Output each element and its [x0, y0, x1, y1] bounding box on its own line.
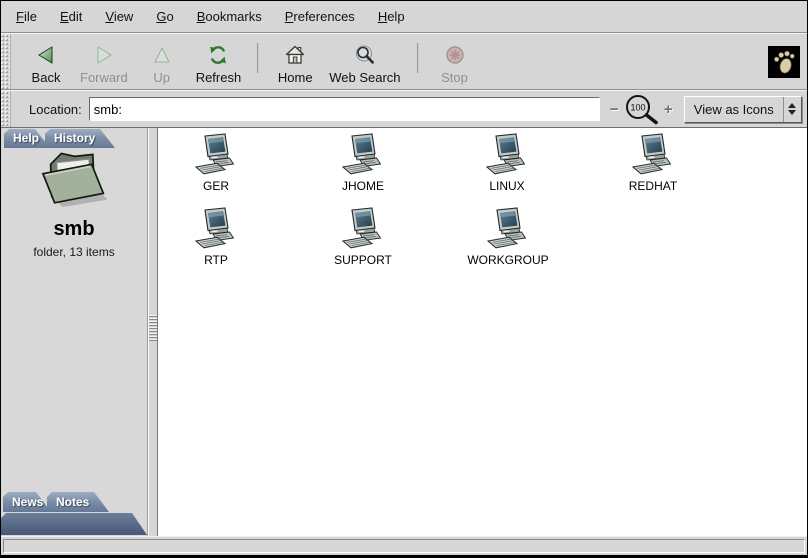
sidebar: smb folder, 13 items News Notes Help His…	[1, 128, 148, 536]
web-search-icon	[354, 44, 376, 66]
menu-view-label-rest: iew	[114, 9, 134, 24]
menu-item-view[interactable]: View	[102, 7, 136, 26]
location-bar: Location: − 100 + View as Icons	[1, 90, 807, 128]
sidebar-tab-band	[1, 513, 147, 535]
menu-go-label-rest: o	[166, 9, 173, 24]
home-button[interactable]: Home	[268, 37, 322, 87]
web-search-button[interactable]: Web Search	[322, 37, 407, 87]
throbber	[768, 46, 800, 78]
file-item-label: WORKGROUP	[467, 253, 548, 267]
up-icon	[151, 44, 173, 66]
file-item-label: RTP	[204, 253, 228, 267]
menu-help-label: H	[378, 9, 387, 24]
refresh-label: Refresh	[196, 70, 242, 85]
sidebar-tab-news[interactable]: News	[3, 492, 51, 512]
computer-icon	[340, 132, 386, 178]
up-label: Up	[153, 70, 170, 85]
menu-item-preferences[interactable]: Preferences	[282, 7, 358, 26]
computer-icon	[630, 132, 676, 178]
menu-go-label: G	[156, 9, 166, 24]
splitter-grip-icon[interactable]	[149, 315, 157, 341]
forward-label: Forward	[80, 70, 128, 85]
pane-splitter[interactable]	[148, 128, 158, 536]
main-area: smb folder, 13 items News Notes Help His…	[1, 128, 807, 536]
view-mode-select[interactable]: View as Icons	[684, 96, 802, 123]
location-bar-drag-handle[interactable]	[1, 91, 11, 127]
toolbar-separator	[417, 43, 419, 73]
computer-icon	[485, 206, 531, 252]
gnome-foot-icon	[771, 49, 797, 75]
menu-item-edit[interactable]: Edit	[57, 7, 85, 26]
sidebar-tab-notes-label: Notes	[47, 495, 103, 510]
file-item-support[interactable]: SUPPORT	[308, 206, 418, 267]
up-button: Up	[135, 37, 189, 87]
chevron-down-icon	[788, 110, 796, 115]
file-item-label: REDHAT	[629, 179, 677, 193]
menu-item-go[interactable]: Go	[153, 7, 176, 26]
location-input[interactable]	[89, 97, 600, 121]
home-label: Home	[278, 70, 313, 85]
menu-view-label: V	[105, 9, 113, 24]
refresh-icon	[207, 44, 229, 66]
stop-icon	[444, 44, 466, 66]
menu-bar: File Edit View Go Bookmarks Preferences …	[1, 1, 807, 33]
status-bar	[1, 536, 807, 555]
file-item-label: LINUX	[489, 179, 524, 193]
file-manager-window: File Edit View Go Bookmarks Preferences …	[0, 0, 808, 558]
file-item-redhat[interactable]: REDHAT	[598, 132, 708, 193]
back-icon	[35, 44, 57, 66]
location-label: Location:	[29, 102, 82, 117]
file-item-label: GER	[203, 179, 229, 193]
zoom-level-value: 100	[630, 102, 645, 112]
zoom-level-indicator[interactable]: 100	[623, 94, 660, 125]
zoom-control: − 100 +	[608, 94, 675, 125]
back-button[interactable]: Back	[19, 37, 73, 87]
back-label: Back	[32, 70, 61, 85]
spin-arrows-icon[interactable]	[783, 97, 801, 122]
menu-item-help[interactable]: Help	[375, 7, 408, 26]
file-item-linux[interactable]: LINUX	[452, 132, 562, 193]
computer-icon	[484, 132, 530, 178]
menu-file-label: F	[16, 9, 24, 24]
menu-help-label-rest: elp	[387, 9, 404, 24]
stop-label: Stop	[441, 70, 468, 85]
refresh-button[interactable]: Refresh	[189, 37, 249, 87]
view-mode-value: View as Icons	[685, 102, 783, 117]
computer-icon	[193, 206, 239, 252]
file-item-label: SUPPORT	[334, 253, 392, 267]
stop-button: Stop	[428, 37, 482, 87]
chevron-up-icon	[788, 103, 796, 108]
forward-button: Forward	[73, 37, 135, 87]
menu-item-bookmarks[interactable]: Bookmarks	[194, 7, 265, 26]
forward-icon	[93, 44, 115, 66]
file-item-label: JHOME	[342, 179, 384, 193]
menu-bookmarks-label-rest: ookmarks	[205, 9, 261, 24]
menu-file-label-rest: ile	[24, 9, 37, 24]
sidebar-tab-notes[interactable]: Notes	[47, 492, 109, 512]
computer-icon	[340, 206, 386, 252]
web-search-label: Web Search	[329, 70, 400, 85]
zoom-out-button[interactable]: −	[608, 103, 621, 116]
content-area[interactable]: GER JHOME LINUX REDHAT RTP SUPPORT	[158, 128, 807, 536]
sidebar-subtitle: folder, 13 items	[33, 245, 114, 259]
zoom-in-button[interactable]: +	[662, 103, 675, 116]
file-item-jhome[interactable]: JHOME	[308, 132, 418, 193]
computer-icon	[193, 132, 239, 178]
menu-edit-label: E	[60, 9, 69, 24]
file-item-workgroup[interactable]: WORKGROUP	[453, 206, 563, 267]
status-text	[3, 539, 805, 553]
sidebar-title: smb	[53, 218, 94, 241]
menu-edit-label-rest: dit	[69, 9, 83, 24]
toolbar: Back Forward Up Refresh	[1, 33, 807, 90]
home-icon	[284, 44, 306, 66]
menu-preferences-label-rest: references	[293, 9, 354, 24]
file-item-rtp[interactable]: RTP	[161, 206, 271, 267]
menu-item-file[interactable]: File	[13, 7, 40, 26]
toolbar-separator	[257, 43, 259, 73]
sidebar-tab-history-label: History	[45, 131, 109, 146]
open-folder-icon	[31, 138, 117, 216]
toolbar-drag-handle[interactable]	[1, 34, 11, 89]
file-item-ger[interactable]: GER	[161, 132, 271, 193]
